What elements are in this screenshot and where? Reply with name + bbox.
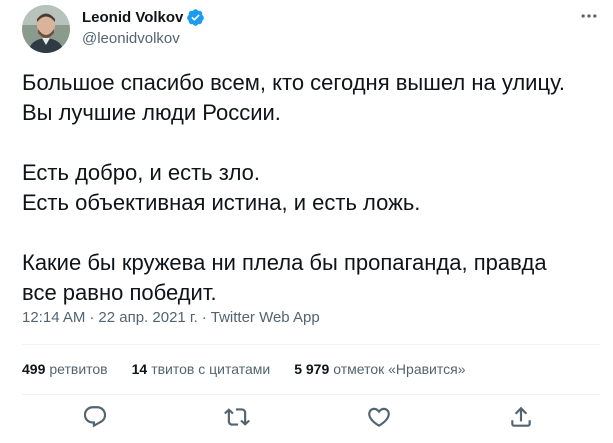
reply-icon[interactable] xyxy=(82,404,108,430)
tweet-text: Большое спасибо всем, кто сегодня вышел … xyxy=(22,68,602,308)
retweets-stat[interactable]: 499 ретвитов xyxy=(22,361,108,377)
author-handle[interactable]: @leonidvolkov xyxy=(82,30,180,47)
meta-separator: · xyxy=(201,309,207,326)
author-display-name[interactable]: Leonid Volkov xyxy=(82,9,183,26)
tweet-actions xyxy=(22,404,600,434)
divider xyxy=(22,394,600,395)
avatar[interactable] xyxy=(22,5,70,53)
tweet-date[interactable]: 22 апр. 2021 г. xyxy=(98,309,197,326)
meta-separator: · xyxy=(89,309,95,326)
quotes-count: 14 xyxy=(131,361,148,377)
tweet-source[interactable]: Twitter Web App xyxy=(211,309,320,326)
tweet-card: Leonid Volkov @leonidvolkov Большое спас… xyxy=(0,0,613,443)
divider xyxy=(22,344,600,345)
share-icon[interactable] xyxy=(508,404,534,430)
tweet-text-line: Вы лучшие люди России. xyxy=(22,100,281,125)
tweet-meta: 12:14 AM · 22 апр. 2021 г. · Twitter Web App xyxy=(22,309,320,326)
avatar-image xyxy=(22,5,70,53)
like-icon[interactable] xyxy=(366,404,392,430)
quotes-label: твитов с цитатами xyxy=(151,361,271,377)
quotes-stat[interactable]: 14 твитов с цитатами xyxy=(132,361,271,377)
likes-stat[interactable]: 5 979 отметок «Нравится» xyxy=(294,361,465,377)
tweet-stats: 499 ретвитов 14 твитов с цитатами 5 979 отм… xyxy=(22,361,490,377)
retweets-label: ретвитов xyxy=(49,361,108,377)
likes-label: отметок «Нравится» xyxy=(333,361,466,377)
author-name-row[interactable]: Leonid Volkov xyxy=(82,8,205,27)
verified-badge-icon xyxy=(186,8,205,27)
tweet-time[interactable]: 12:14 AM xyxy=(22,309,85,326)
tweet-text-line: Какие бы кружева ни плела бы пропаганда,… xyxy=(22,250,547,275)
tweet-text-line: Большое спасибо всем, кто сегодня вышел … xyxy=(22,70,565,95)
retweets-count: 499 xyxy=(22,361,46,377)
retweet-icon[interactable] xyxy=(224,404,250,430)
tweet-text-line: Есть добро, и есть зло. xyxy=(22,160,261,185)
more-horizontal-icon[interactable] xyxy=(579,6,599,31)
likes-count: 5 979 xyxy=(294,361,330,377)
tweet-text-line: все равно победит. xyxy=(22,280,217,305)
tweet-text-line: Есть объективная истина, и есть ложь. xyxy=(22,190,421,215)
